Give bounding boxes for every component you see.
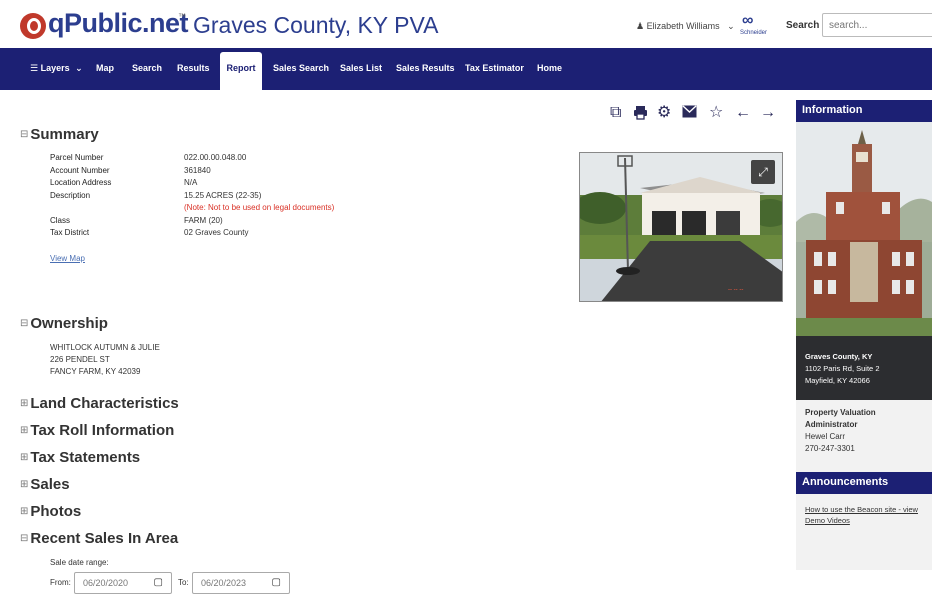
- office-city: Mayfield, KY 42066: [805, 376, 870, 385]
- photos-section-header[interactable]: ⊞ Photos: [20, 503, 81, 520]
- pva-phone: 270-247-3301: [805, 444, 855, 453]
- from-label: From:: [50, 578, 71, 587]
- sales-section-header[interactable]: ⊞ Sales: [20, 476, 70, 493]
- expand-plus-icon: ⊞: [20, 479, 29, 490]
- trademark-mark: ™: [178, 12, 186, 21]
- from-date-input[interactable]: 06/20/2020 ▢: [74, 572, 172, 594]
- view-map-link[interactable]: View Map: [50, 254, 85, 263]
- expand-plus-icon: ⊞: [20, 425, 29, 436]
- account-number-label: Account Number: [50, 166, 110, 175]
- tax-statements-section-header[interactable]: ⊞ Tax Statements: [20, 449, 140, 466]
- land-characteristics-section-header[interactable]: ⊞ Land Characteristics: [20, 395, 179, 412]
- announcements-header: Announcements: [796, 472, 932, 494]
- pva-name: Hewel Carr: [805, 432, 846, 441]
- expand-icon[interactable]: ⤢: [751, 160, 775, 184]
- sale-date-range-label: Sale date range:: [50, 558, 109, 567]
- expand-plus-icon: ⊞: [20, 398, 29, 409]
- page-title: Graves County, KY PVA: [193, 12, 439, 38]
- nav-layers-label: Layers: [40, 63, 70, 73]
- nav-sales-results[interactable]: Sales Results: [396, 63, 455, 73]
- calendar-icon[interactable]: ▢: [154, 577, 163, 588]
- owner-street: 226 PENDEL ST: [50, 355, 110, 364]
- calendar-icon[interactable]: ▢: [272, 577, 281, 588]
- owner-city: FANCY FARM, KY 42039: [50, 367, 141, 376]
- summary-section-header[interactable]: ⊟ Summary: [20, 126, 99, 143]
- land-characteristics-title: Land Characteristics: [30, 395, 179, 412]
- expand-plus-icon: ⊞: [20, 452, 29, 463]
- to-date-value: 06/20/2023: [201, 578, 247, 588]
- favorite-star-icon[interactable]: ☆: [709, 105, 723, 121]
- collapse-icon: ⊟: [20, 129, 29, 140]
- demo-videos-link[interactable]: Demo Videos: [805, 516, 850, 525]
- collapse-icon: ⊟: [20, 318, 29, 329]
- office-street: 1102 Paris Rd, Suite 2: [805, 364, 880, 373]
- site-logo[interactable]: qPublic.net: [48, 8, 189, 39]
- tax-statements-title: Tax Statements: [30, 449, 141, 466]
- parcel-number-value: 022.00.00.048.00: [184, 153, 247, 162]
- search-input[interactable]: [822, 13, 932, 37]
- gear-icon[interactable]: ⚙: [657, 105, 671, 121]
- parcel-number-label: Parcel Number: [50, 153, 104, 162]
- recent-sales-title: Recent Sales In Area: [30, 530, 179, 547]
- nav-layers[interactable]: ☰ Layers ⌄: [30, 63, 83, 74]
- schneider-logo[interactable]: ∞ Schneider: [740, 12, 768, 38]
- pva-title-line1: Property Valuation: [805, 408, 876, 417]
- print-icon[interactable]: [633, 105, 648, 124]
- from-date-value: 06/20/2020: [83, 578, 129, 588]
- location-address-value: N/A: [184, 178, 198, 187]
- nav-report-label: Report: [226, 63, 256, 73]
- nav-home[interactable]: Home: [537, 63, 562, 73]
- layers-icon: ☰: [30, 63, 39, 73]
- recent-sales-section-header[interactable]: ⊟ Recent Sales In Area: [20, 530, 178, 547]
- photos-title: Photos: [30, 503, 82, 520]
- pva-title-line2: Administrator: [805, 420, 858, 429]
- share-icon[interactable]: ⧉: [610, 105, 621, 121]
- chevron-down-icon: ⌄: [75, 63, 83, 73]
- top-header: qPublic.net ™ Graves County, KY PVA ♟ El…: [0, 0, 932, 48]
- user-menu[interactable]: ♟ Elizabeth Williams ⌄: [636, 21, 735, 32]
- chevron-down-icon: ⌄: [727, 21, 735, 31]
- nav-tax-estimator[interactable]: Tax Estimator: [465, 63, 524, 73]
- description-value: 15.25 ACRES (22-35): [184, 191, 262, 200]
- back-arrow-icon[interactable]: ←: [735, 105, 751, 121]
- nav-map[interactable]: Map: [96, 63, 114, 73]
- class-label: Class: [50, 216, 71, 225]
- to-date-input[interactable]: 06/20/2023 ▢: [192, 572, 290, 594]
- beacon-howto-link[interactable]: How to use the Beacon site - view: [805, 505, 918, 514]
- tax-district-label: Tax District: [50, 228, 90, 237]
- legal-note: (Note: Not to be used on legal documents…: [184, 203, 335, 212]
- qpublic-logo-icon[interactable]: [20, 13, 46, 39]
- user-icon: ♟: [636, 21, 645, 31]
- ownership-section-header[interactable]: ⊟ Ownership: [20, 315, 108, 332]
- user-name: Elizabeth Williams: [646, 21, 720, 31]
- expand-plus-icon: ⊞: [20, 506, 29, 517]
- owner-name: WHITLOCK AUTUMN & JULIE: [50, 343, 160, 352]
- tax-roll-title: Tax Roll Information: [30, 422, 175, 439]
- schneider-swoosh-icon: ∞: [742, 12, 754, 29]
- forward-arrow-icon[interactable]: →: [760, 105, 776, 121]
- search-label: Search: [786, 20, 820, 31]
- email-icon[interactable]: [682, 105, 697, 122]
- information-header: Information: [796, 100, 932, 122]
- tax-roll-section-header[interactable]: ⊞ Tax Roll Information: [20, 422, 174, 439]
- description-label: Description: [50, 191, 91, 200]
- class-value: FARM (20): [184, 216, 223, 225]
- account-number-value: 361840: [184, 166, 211, 175]
- sales-title: Sales: [30, 476, 70, 493]
- collapse-icon: ⊟: [20, 533, 29, 544]
- location-address-label: Location Address: [50, 178, 112, 187]
- nav-sales-list[interactable]: Sales List: [340, 63, 382, 73]
- vendor-label: Schneider: [740, 30, 768, 36]
- nav-results[interactable]: Results: [177, 63, 210, 73]
- tax-district-value: 02 Graves County: [184, 228, 249, 237]
- nav-search[interactable]: Search: [132, 63, 162, 73]
- summary-title: Summary: [30, 126, 99, 143]
- ownership-title: Ownership: [30, 315, 108, 332]
- main-nav: ☰ Layers ⌄ Map Search Results Report Sal…: [0, 48, 932, 90]
- office-name: Graves County, KY: [805, 352, 873, 361]
- to-label: To:: [178, 578, 189, 587]
- nav-sales-search[interactable]: Sales Search: [273, 63, 329, 73]
- nav-report-tab[interactable]: Report: [220, 52, 262, 90]
- svg-text:-- -- --: -- -- --: [728, 287, 743, 293]
